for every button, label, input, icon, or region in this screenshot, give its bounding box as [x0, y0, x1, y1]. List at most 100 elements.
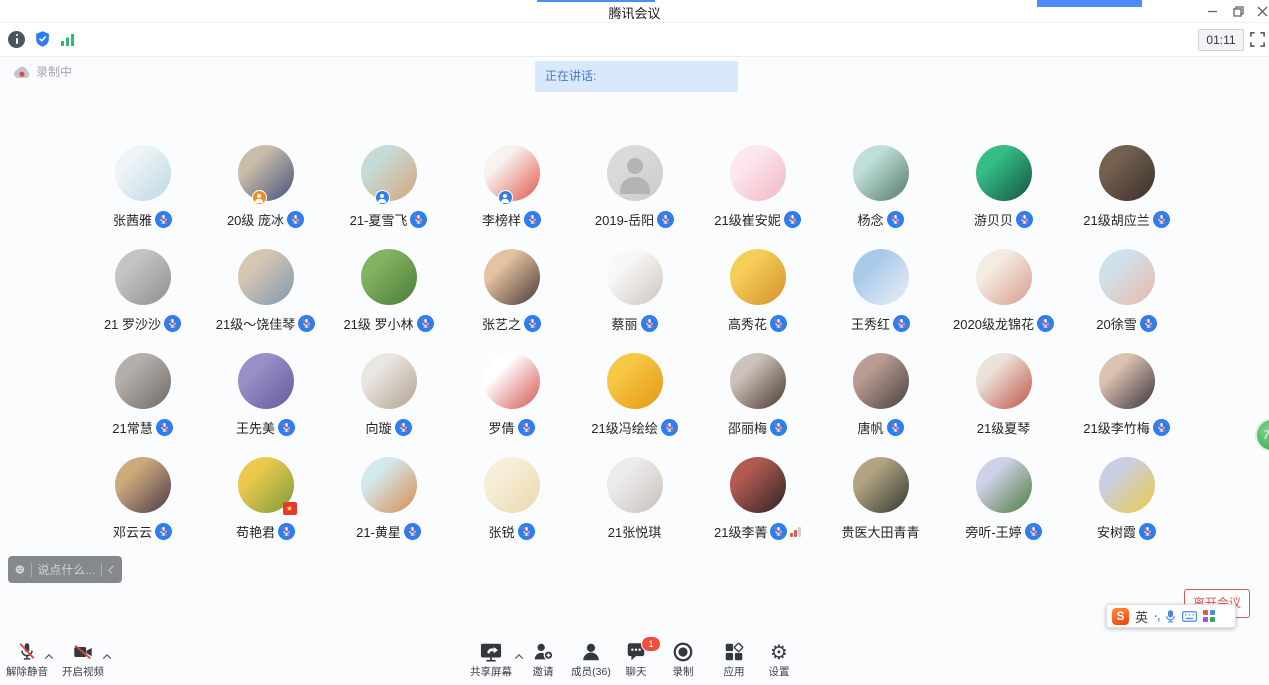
speaking-banner: 正在讲话:: [535, 61, 738, 92]
participant-avatar: [730, 249, 786, 305]
participant-tile[interactable]: 21常慧: [81, 347, 204, 451]
participant-tile[interactable]: 21 罗沙沙: [81, 243, 204, 347]
chat-input[interactable]: 说点什么...: [37, 561, 95, 578]
participant-tile[interactable]: 张茜雅: [81, 139, 204, 243]
participant-name: 21常慧: [112, 418, 152, 437]
participant-avatar: [976, 353, 1032, 409]
muted-mic-icon: [155, 211, 172, 228]
bottom-toolbar: 解除静音 开启视频 共享屏幕 邀请: [0, 640, 1269, 685]
ime-language-toggle[interactable]: 英: [1135, 607, 1148, 626]
participant-tile[interactable]: 20级 庞冰: [204, 139, 327, 243]
fullscreen-icon[interactable]: [1249, 31, 1266, 48]
muted-mic-icon: [1153, 211, 1170, 228]
participant-tile[interactable]: 2019-岳阳: [573, 139, 696, 243]
participant-avatar: [853, 457, 909, 513]
participant-tile[interactable]: 李榜样: [450, 139, 573, 243]
participant-avatar: [361, 249, 417, 305]
participant-tile[interactable]: 21级胡应兰: [1065, 139, 1188, 243]
muted-mic-icon: [1139, 523, 1156, 540]
ime-punctuation-icon[interactable]: ·,: [1154, 609, 1159, 623]
participant-avatar: [607, 145, 663, 201]
ime-voice-icon[interactable]: [1165, 610, 1176, 623]
participant-avatar: [853, 145, 909, 201]
participant-avatar: [361, 353, 417, 409]
participant-avatar: [730, 145, 786, 201]
unmute-label: 解除静音: [6, 664, 48, 679]
participant-name: 邵丽梅: [728, 418, 767, 437]
participant-tile[interactable]: 唐帆: [819, 347, 942, 451]
participant-tile[interactable]: 21级 罗小林: [327, 243, 450, 347]
sogou-logo-icon[interactable]: S: [1112, 608, 1129, 625]
minimize-button[interactable]: [1199, 0, 1225, 22]
participant-tile[interactable]: 王先美: [204, 347, 327, 451]
restore-button[interactable]: [1225, 0, 1251, 22]
participant-name: 21级李竹梅: [1083, 418, 1149, 437]
participant-tile[interactable]: 21级崔安妮: [696, 139, 819, 243]
participant-tile[interactable]: 21-黄星: [327, 451, 450, 555]
start-video-label: 开启视频: [62, 664, 104, 679]
muted-mic-icon: [417, 315, 434, 332]
chat-quickbar[interactable]: 说点什么...: [8, 556, 122, 583]
muted-mic-icon: [395, 419, 412, 436]
meeting-info-icon[interactable]: [8, 31, 25, 48]
flag-badge-icon: [283, 502, 297, 515]
participant-avatar: [607, 353, 663, 409]
collapse-chevron-icon[interactable]: [108, 565, 116, 573]
participant-tile[interactable]: 21级夏琴: [942, 347, 1065, 451]
participant-avatar: [484, 457, 540, 513]
recording-indicator: 录制中: [12, 63, 72, 80]
participant-grid: 张茜雅 20级 庞冰 21-夏雪飞 李榜样 2019-岳阳 21级崔安妮: [81, 139, 1191, 555]
participant-tile[interactable]: 张锐: [450, 451, 573, 555]
ime-toolbar[interactable]: S 英 ·,: [1106, 604, 1236, 628]
participant-tile[interactable]: 向璇: [327, 347, 450, 451]
participant-tile[interactable]: 21级李菁: [696, 451, 819, 555]
participant-tile[interactable]: 21张悦琪: [573, 451, 696, 555]
video-options-caret[interactable]: [102, 653, 112, 660]
participant-name: 20级 庞冰: [227, 210, 284, 229]
participant-tile[interactable]: 21-夏雪飞: [327, 139, 450, 243]
participant-tile[interactable]: 王秀红: [819, 243, 942, 347]
participant-tile[interactable]: 杨念: [819, 139, 942, 243]
participant-tile[interactable]: 张艺之: [450, 243, 573, 347]
close-button[interactable]: [1249, 0, 1269, 22]
ime-keyboard-icon[interactable]: [1182, 611, 1197, 622]
start-video-button[interactable]: 开启视频: [44, 641, 122, 679]
participant-tile[interactable]: 20徐雪: [1065, 243, 1188, 347]
participant-tile[interactable]: 邵丽梅: [696, 347, 819, 451]
participant-name: 贵医大田青青: [841, 522, 919, 541]
participant-avatar: [1099, 457, 1155, 513]
participant-tile[interactable]: 蔡丽: [573, 243, 696, 347]
muted-mic-icon: [661, 419, 678, 436]
ime-menu-icon[interactable]: [1203, 610, 1215, 622]
muted-mic-icon: [298, 315, 315, 332]
participant-tile[interactable]: 邓云云: [81, 451, 204, 555]
participant-avatar: [484, 249, 540, 305]
participant-name: 20徐雪: [1096, 314, 1136, 333]
participant-tile[interactable]: 2020级龙锦花: [942, 243, 1065, 347]
participant-tile[interactable]: 贵医大田青青: [819, 451, 942, 555]
participant-tile[interactable]: 苟艳君: [204, 451, 327, 555]
settings-button[interactable]: ⚙ 设置: [740, 641, 818, 679]
participant-tile[interactable]: 游贝贝: [942, 139, 1065, 243]
participant-avatar: [1099, 249, 1155, 305]
muted-mic-icon: [518, 523, 535, 540]
participant-avatar: [853, 353, 909, 409]
participant-tile[interactable]: 高秀花: [696, 243, 819, 347]
participant-tile[interactable]: 安树霞: [1065, 451, 1188, 555]
participant-tile[interactable]: 罗倩: [450, 347, 573, 451]
divider: [31, 563, 32, 577]
participant-name: 向璇: [365, 418, 391, 437]
muted-mic-icon: [155, 523, 172, 540]
participant-tile[interactable]: 21级～饶佳琴: [204, 243, 327, 347]
muted-mic-icon: [156, 419, 173, 436]
participant-tile[interactable]: 旁听-王婷: [942, 451, 1065, 555]
emoji-icon[interactable]: [15, 562, 25, 577]
window-title: 腾讯会议: [0, 3, 1269, 22]
participant-tile[interactable]: 21级李竹梅: [1065, 347, 1188, 451]
participant-tile[interactable]: 21级冯绘绘: [573, 347, 696, 451]
participant-name: 王先美: [236, 418, 275, 437]
network-signal-icon[interactable]: [60, 32, 75, 47]
security-shield-icon[interactable]: [34, 30, 51, 48]
participant-name: 21级～饶佳琴: [216, 314, 295, 333]
record-label: 录制: [673, 664, 694, 679]
